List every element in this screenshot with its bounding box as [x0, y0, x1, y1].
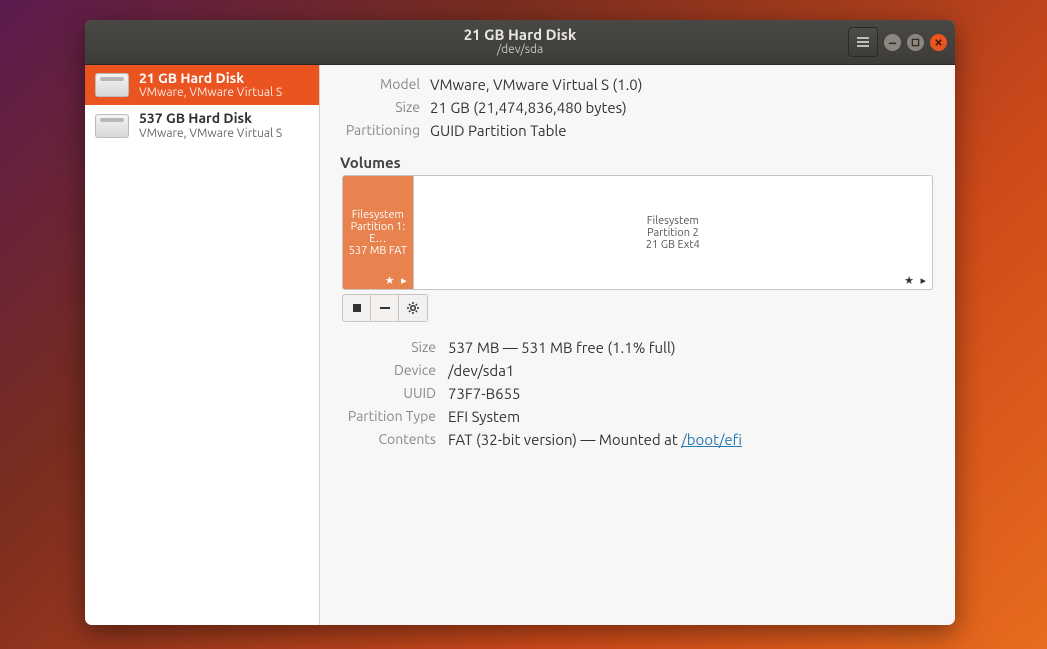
- size-value: 21 GB (21,474,836,480 bytes): [430, 99, 627, 116]
- model-label: Model: [338, 76, 430, 93]
- hamburger-menu-button[interactable]: [848, 27, 878, 57]
- ptype-label: Partition Type: [338, 408, 448, 425]
- size-label: Size: [338, 99, 430, 116]
- psize-label: Size: [338, 339, 448, 356]
- volume-line: 537 MB FAT: [349, 245, 407, 257]
- volume-line: Filesystem: [352, 209, 404, 221]
- minimize-icon: [888, 38, 897, 47]
- volume-indicators: ★ ▸: [904, 274, 928, 287]
- ptype-value: EFI System: [448, 408, 520, 425]
- volumes-heading: Volumes: [340, 154, 937, 171]
- delete-partition-button[interactable]: [371, 295, 399, 321]
- disks-window: 21 GB Hard Disk /dev/sda 21 GB Hard Disk: [85, 20, 955, 625]
- close-button[interactable]: [930, 34, 947, 51]
- pdevice-label: Device: [338, 362, 448, 379]
- titlebar: 21 GB Hard Disk /dev/sda: [85, 20, 955, 65]
- volume-1[interactable]: Filesystem Partition 2 21 GB Ext4 ★ ▸: [414, 176, 932, 289]
- volume-line: Partition 1: E…: [343, 221, 413, 245]
- volume-line: 21 GB Ext4: [646, 239, 700, 251]
- puuid-label: UUID: [338, 385, 448, 402]
- drive-icon: [95, 73, 129, 97]
- contents-text: FAT (32-bit version) — Mounted at: [448, 431, 681, 448]
- volume-line: Partition 2: [647, 227, 699, 239]
- sidebar-disk-title: 537 GB Hard Disk: [139, 111, 282, 126]
- maximize-button[interactable]: [907, 34, 924, 51]
- sidebar-disk-title: 21 GB Hard Disk: [139, 71, 282, 86]
- partition-settings-button[interactable]: [399, 295, 427, 321]
- model-value: VMware, VMware Virtual S (1.0): [430, 76, 642, 93]
- sidebar-disk-subtitle: VMware, VMware Virtual S: [139, 127, 282, 140]
- pcontents-value: FAT (32-bit version) — Mounted at /boot/…: [448, 431, 742, 448]
- disk-sidebar: 21 GB Hard Disk VMware, VMware Virtual S…: [85, 65, 320, 625]
- minus-icon: [378, 301, 392, 315]
- unmount-button[interactable]: [343, 295, 371, 321]
- psize-value: 537 MB — 531 MB free (1.1% full): [448, 339, 676, 356]
- pcontents-label: Contents: [338, 431, 448, 448]
- sidebar-disk-subtitle: VMware, VMware Virtual S: [139, 86, 282, 99]
- window-title: 21 GB Hard Disk: [85, 26, 955, 44]
- volume-line: Filesystem: [647, 215, 699, 227]
- gear-icon: [406, 301, 420, 315]
- maximize-icon: [911, 38, 920, 47]
- drive-icon: [95, 114, 129, 138]
- window-subtitle: /dev/sda: [85, 43, 955, 57]
- volume-0[interactable]: Filesystem Partition 1: E… 537 MB FAT ★ …: [343, 176, 414, 289]
- volume-map: Filesystem Partition 1: E… 537 MB FAT ★ …: [342, 175, 933, 290]
- stop-icon: [350, 301, 364, 315]
- partitioning-value: GUID Partition Table: [430, 122, 567, 139]
- hamburger-icon: [855, 34, 871, 50]
- mount-point-link[interactable]: /boot/efi: [681, 431, 742, 448]
- partitioning-label: Partitioning: [338, 122, 430, 139]
- main-content: ModelVMware, VMware Virtual S (1.0) Size…: [320, 65, 955, 625]
- sidebar-disk-1[interactable]: 537 GB Hard Disk VMware, VMware Virtual …: [85, 105, 319, 145]
- pdevice-value: /dev/sda1: [448, 362, 514, 379]
- volume-toolbar: [342, 294, 428, 322]
- minimize-button[interactable]: [884, 34, 901, 51]
- puuid-value: 73F7-B655: [448, 385, 521, 402]
- sidebar-disk-0[interactable]: 21 GB Hard Disk VMware, VMware Virtual S: [85, 65, 319, 105]
- close-icon: [934, 38, 943, 47]
- volume-indicators: ★ ▸: [385, 274, 409, 287]
